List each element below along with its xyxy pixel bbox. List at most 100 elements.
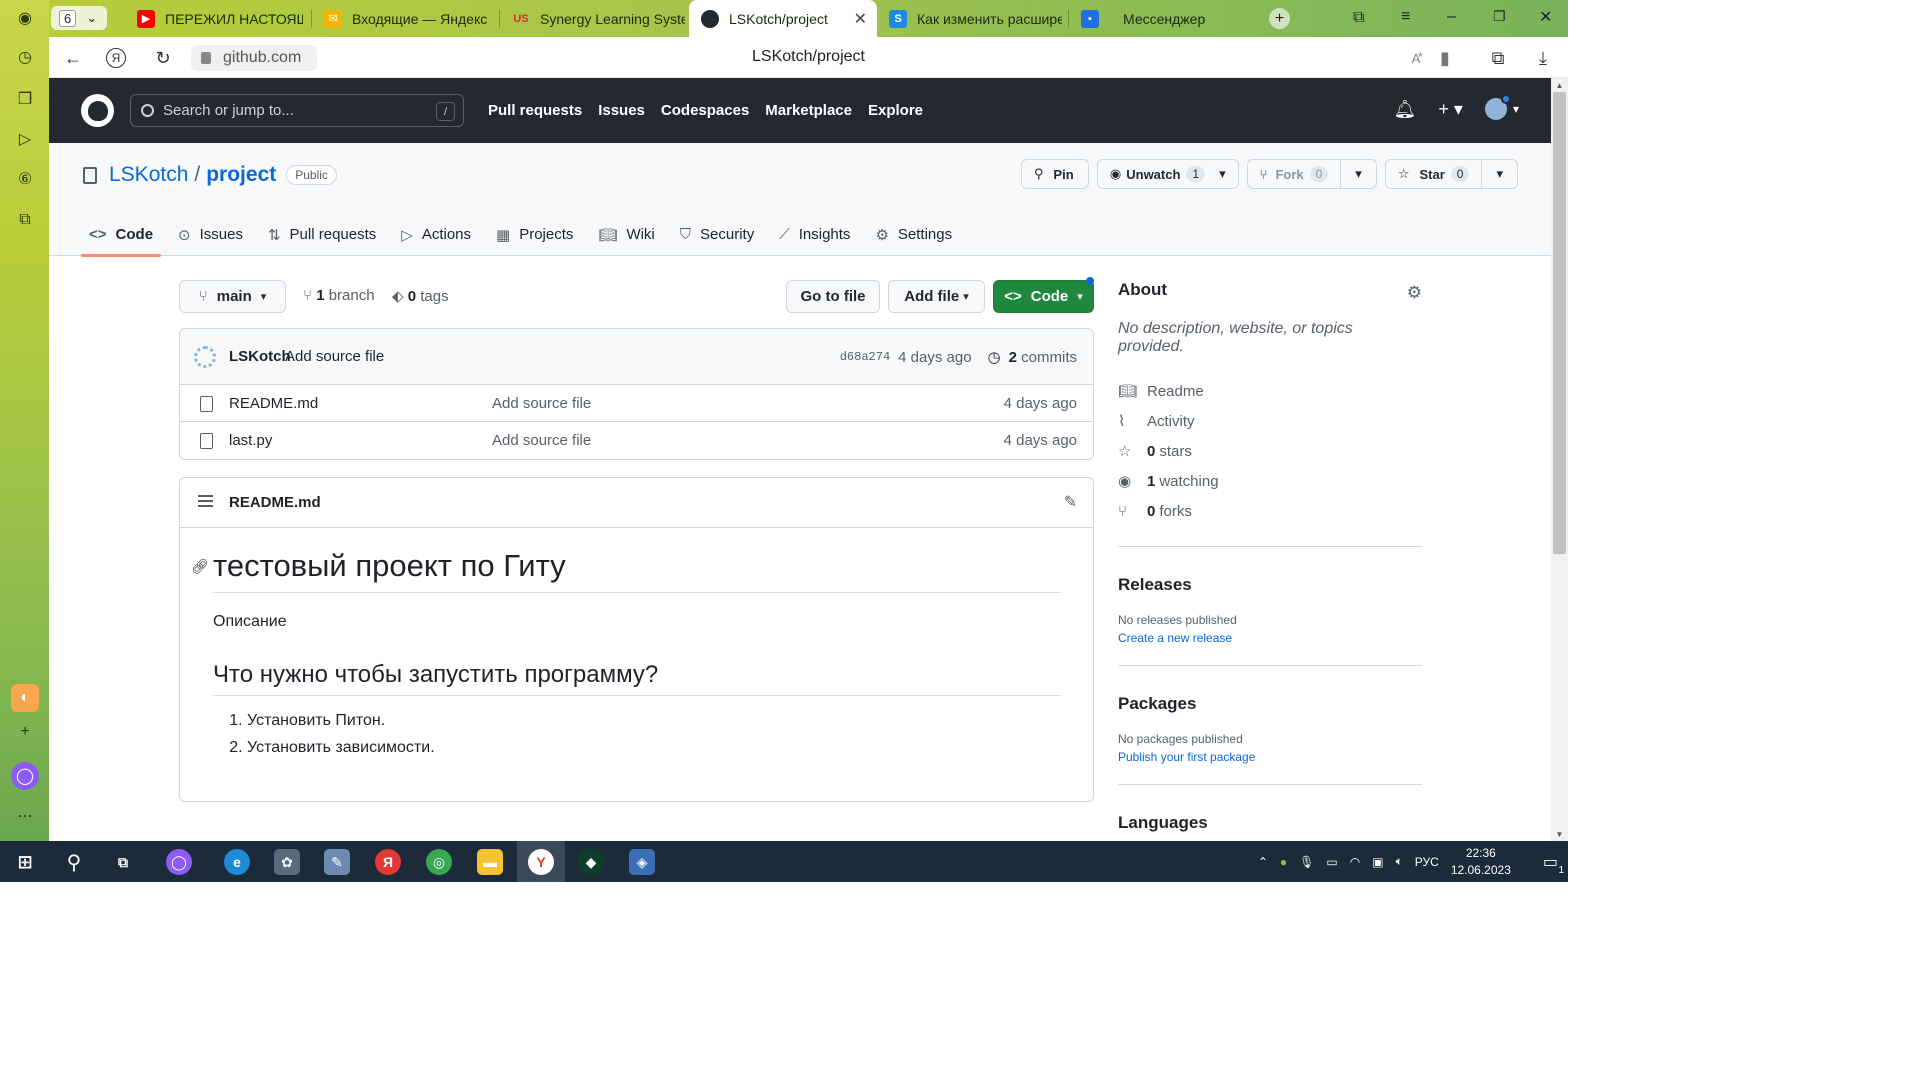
file-name[interactable]: last.py (229, 432, 272, 449)
repo-name-link[interactable]: project (206, 163, 276, 187)
fork-dropdown[interactable]: ▾ (1340, 160, 1376, 188)
forks-link[interactable]: ⑂ 0 forks (1118, 496, 1422, 526)
commits-link[interactable]: 2 commits (1009, 349, 1077, 366)
translate-icon[interactable]: A⃰ (1403, 45, 1429, 71)
restore-icon[interactable]: ❐ (1493, 8, 1506, 25)
language-indicator[interactable]: РУС (1415, 855, 1439, 869)
repo-owner-link[interactable]: LSKotch (109, 163, 188, 187)
close-window-icon[interactable]: ✕ (1539, 7, 1552, 27)
scroll-thumb[interactable] (1553, 92, 1566, 554)
search-input[interactable]: Search or jump to... / (130, 94, 464, 127)
activity-link[interactable]: ⌇ Activity (1118, 406, 1422, 436)
commit-message[interactable]: Add source file (285, 348, 384, 365)
more-icon[interactable]: ⋯ (11, 802, 39, 830)
tab-security[interactable]: ⛉ Security (672, 213, 762, 256)
file-explorer-icon[interactable]: ▬ (477, 849, 503, 875)
edge-icon[interactable]: e (224, 849, 250, 875)
github-logo-icon[interactable] (81, 94, 114, 127)
tab-insights[interactable]: ⟋ Insights (771, 213, 858, 256)
watching-link[interactable]: ◉ 1 watching (1118, 466, 1422, 496)
fork-button[interactable]: ⑂ Fork 0 ▾ (1246, 159, 1377, 189)
create-new-icon[interactable]: + ▾ (1438, 99, 1463, 120)
screenshot-icon[interactable]: ⧉ (11, 206, 39, 234)
file-name[interactable]: README.md (229, 395, 318, 412)
releases-heading[interactable]: Releases (1118, 575, 1422, 595)
paint-3d-icon[interactable]: ✎ (324, 849, 350, 875)
tab-issues[interactable]: ⊙ Issues (170, 213, 251, 256)
add-file-button[interactable]: Add file ▾ (888, 280, 985, 313)
tags-link[interactable]: ⬖ 0 tags (392, 287, 449, 305)
menu-icon[interactable]: ≡ (1401, 8, 1410, 26)
readme-link[interactable]: 📖︎ Readme (1118, 376, 1422, 406)
chevron-up-icon[interactable]: ⌃ (1258, 855, 1268, 869)
close-icon[interactable]: ✕ (854, 9, 867, 29)
link-icon[interactable]: 🔗︎ (191, 558, 209, 575)
tab-code[interactable]: <> Code (81, 213, 162, 257)
tab-wiki[interactable]: 📖︎ Wiki (590, 213, 662, 256)
tab-messenger[interactable]: ▪ Мессенджер (1069, 0, 1259, 37)
branch-select-button[interactable]: ⑂ main ▾ (179, 280, 286, 313)
star-button[interactable]: ☆ Star 0 ▾ (1384, 159, 1518, 189)
task-view-icon[interactable]: ⧉ (110, 849, 136, 875)
notifications-icon[interactable]: ▭ 1 (1543, 852, 1564, 876)
star-dropdown[interactable]: ▾ (1481, 160, 1517, 188)
bell-icon[interactable]: 🔔︎ (1394, 99, 1417, 120)
tab-counter-icon[interactable]: ⑥ (11, 165, 39, 193)
git-gui-icon[interactable]: ◈ (629, 849, 655, 875)
file-commit-message[interactable]: Add source file (492, 395, 591, 412)
device-icon[interactable]: ▣ (1372, 855, 1383, 869)
tab-skysmart[interactable]: S Как изменить расшире (877, 0, 1062, 37)
tab-github[interactable]: LSKotch/project ✕ (689, 0, 877, 37)
search-icon[interactable]: ⚲ (61, 849, 87, 875)
chrome-icon[interactable]: ◎ (426, 849, 452, 875)
yandex-browser-icon[interactable]: Я (375, 849, 401, 875)
code-button[interactable]: <> Code ▾ (993, 277, 1094, 313)
tray-app-icon[interactable]: ● (1280, 855, 1287, 869)
battery-icon[interactable]: ▭ (1326, 855, 1337, 869)
windows-start-icon[interactable]: ⊞ (12, 849, 38, 875)
new-tab-button[interactable]: + (1269, 8, 1290, 29)
history-icon[interactable]: ◷ (11, 43, 39, 71)
microphone-icon[interactable]: 🎙︎ (1299, 855, 1314, 869)
tab-projects[interactable]: ▦ Projects (488, 213, 581, 256)
pencil-icon[interactable]: ✎ (1064, 492, 1077, 512)
paint-icon[interactable]: ✿ (274, 849, 300, 875)
zen-app-icon[interactable]: ◐ (11, 684, 39, 712)
commit-author[interactable]: LSKotch (229, 348, 291, 365)
minimize-icon[interactable]: – (1447, 8, 1456, 26)
scroll-up-icon[interactable]: ▲ (1551, 78, 1568, 92)
pin-button[interactable]: ⚲ Pin (1020, 159, 1089, 189)
branches-link[interactable]: ⑂ 1 branch (303, 287, 375, 304)
volume-icon[interactable]: 🔈︎ (1396, 854, 1403, 869)
clock[interactable]: 22:36 12.06.2023 (1451, 845, 1511, 879)
unwatch-button[interactable]: ◉ Unwatch 1 ▾ (1096, 159, 1239, 189)
gitkraken-icon[interactable]: ◆ (578, 849, 604, 875)
stars-link[interactable]: ☆ 0 stars (1118, 436, 1422, 466)
tab-settings[interactable]: ⚙ Settings (867, 213, 960, 256)
tab-panel-icon[interactable]: ⧉ (1353, 9, 1364, 27)
nav-pull-requests[interactable]: Pull requests (488, 102, 582, 119)
collections-icon[interactable]: ❐ (11, 85, 39, 113)
nav-marketplace[interactable]: Marketplace (765, 102, 852, 119)
user-menu[interactable]: ▾ (1484, 94, 1519, 120)
extensions-icon[interactable]: ⧉ (1485, 45, 1511, 71)
packages-heading[interactable]: Packages (1118, 694, 1422, 714)
scrollbar[interactable]: ▲ ▼ (1551, 78, 1568, 841)
file-commit-message[interactable]: Add source file (492, 432, 591, 449)
tab-group-counter[interactable]: 6 ⌄ (51, 6, 107, 30)
tab-actions[interactable]: ▷ Actions (393, 213, 479, 256)
readme-filename[interactable]: README.md (229, 494, 321, 511)
alice-icon[interactable]: ◯ (166, 849, 192, 875)
outline-list-icon[interactable] (198, 495, 213, 507)
gear-icon[interactable]: ⚙ (1407, 283, 1422, 303)
nav-issues[interactable]: Issues (598, 102, 645, 119)
publish-package-link[interactable]: Publish your first package (1118, 750, 1422, 764)
yandex-avatar-icon[interactable]: ◉ (11, 4, 39, 32)
nav-codespaces[interactable]: Codespaces (661, 102, 749, 119)
tab-pull-requests[interactable]: ⇅ Pull requests (260, 213, 384, 256)
avatar[interactable] (194, 346, 216, 368)
scroll-down-icon[interactable]: ▼ (1551, 827, 1568, 841)
tab-yandex-mail[interactable]: ✉ Входящие — Яндекс По (312, 0, 492, 37)
nav-explore[interactable]: Explore (868, 102, 923, 119)
tab-youtube[interactable]: ▶ ПЕРЕЖИЛ НАСТОЯЩЕЕ (125, 0, 303, 37)
